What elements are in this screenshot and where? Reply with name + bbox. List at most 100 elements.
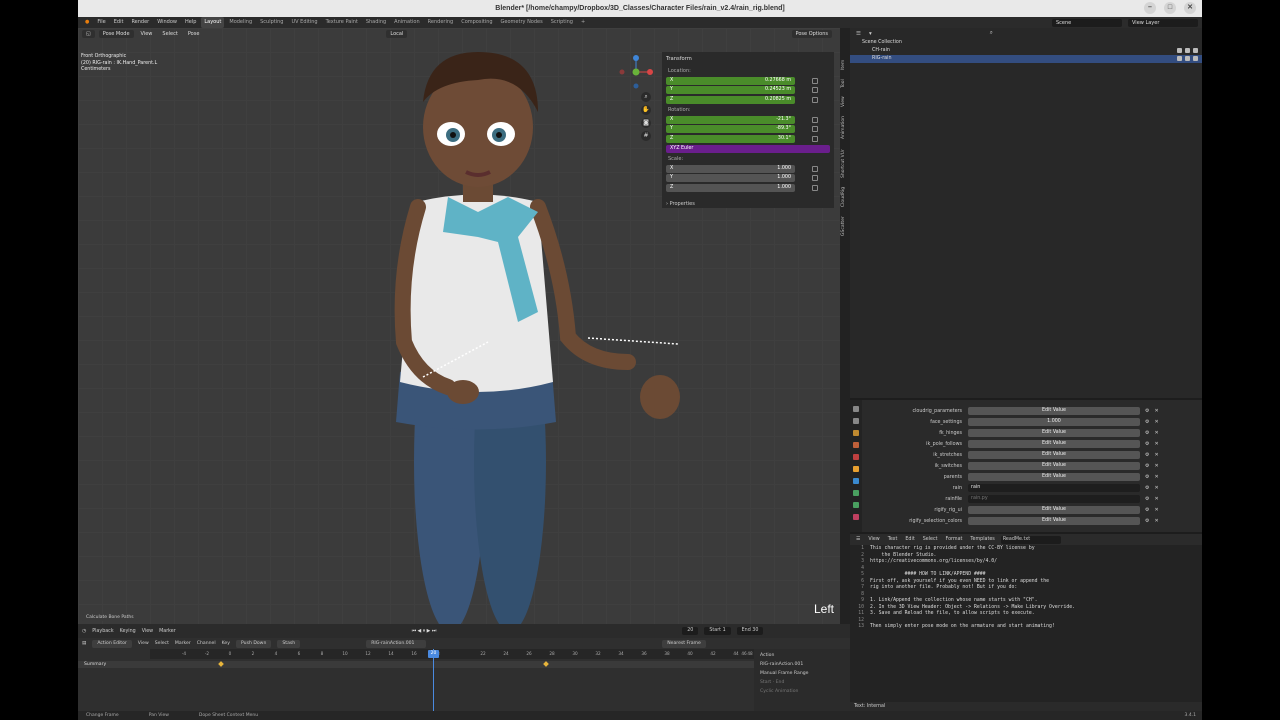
gear-icon[interactable]: ⚙ (1145, 441, 1149, 447)
playhead-frame[interactable]: 20 (428, 650, 439, 658)
end-frame-field[interactable]: End 30 (736, 627, 764, 635)
property-value[interactable]: Edit Value (968, 440, 1140, 448)
push-down-button[interactable]: Push Down (235, 639, 272, 648)
action-selector[interactable]: RIG-rainAction.001 (366, 639, 427, 648)
property-value[interactable]: Edit Value (968, 451, 1140, 459)
tab-animation-panel[interactable]: Animation (841, 112, 849, 144)
lock-icon[interactable] (812, 126, 818, 132)
start-frame-field[interactable]: Start 1 (704, 627, 731, 635)
close-icon[interactable]: ✕ (1154, 507, 1158, 513)
lock-icon[interactable] (812, 135, 818, 142)
gear-icon[interactable]: ⚙ (1145, 518, 1149, 524)
close-icon[interactable]: ✕ (1154, 474, 1158, 480)
menu-marker[interactable]: Marker (159, 629, 176, 634)
properties-subpanel[interactable]: › Properties (666, 201, 830, 207)
menu-keying[interactable]: Keying (120, 629, 136, 634)
location-x-field[interactable]: X 0.27668 m (666, 76, 795, 85)
object-tab-icon[interactable] (853, 466, 859, 472)
3d-viewport[interactable]: ◱ Pose Mode View Select Pose Local Pose … (78, 28, 840, 624)
lock-icon[interactable] (812, 116, 818, 123)
lock-icon[interactable] (812, 77, 818, 84)
tool-tab-icon[interactable] (853, 406, 859, 412)
menu-help[interactable]: Help (182, 17, 199, 28)
menu-view[interactable]: View (138, 641, 149, 646)
grid-icon[interactable]: # (641, 131, 651, 141)
gear-icon[interactable]: ⚙ (1145, 507, 1149, 513)
camera-icon[interactable] (1193, 56, 1198, 61)
armature-tab-icon[interactable] (853, 490, 859, 496)
mode-dropdown[interactable]: Pose Mode (98, 29, 134, 38)
stash-button[interactable]: Stash (277, 639, 301, 648)
menu-marker[interactable]: Marker (175, 641, 191, 646)
lock-icon[interactable] (812, 184, 818, 191)
playback-controls[interactable]: ⏮ ◀ ⏸ ▶ ⏭ (412, 628, 437, 634)
close-icon[interactable]: ✕ (1154, 463, 1158, 469)
editor-type-icon[interactable]: ☰ (854, 537, 862, 542)
lock-icon[interactable] (812, 96, 818, 103)
close-icon[interactable]: ✕ (1154, 518, 1158, 524)
menu-file[interactable]: File (94, 17, 108, 28)
outliner-row-scene-collection[interactable]: Scene Collection (850, 39, 1202, 47)
text-file-field[interactable]: ReadMe.txt (1000, 535, 1061, 544)
close-icon[interactable]: ✕ (1154, 485, 1158, 491)
lock-icon[interactable] (812, 87, 818, 93)
property-value[interactable]: Edit Value (968, 429, 1140, 437)
tab-view[interactable]: View (841, 94, 849, 110)
menu-format[interactable]: Format (944, 537, 965, 542)
tab-shortcut-vur[interactable]: Shortcut VUr (841, 146, 849, 182)
frame-ruler[interactable]: -4 -2 0 2 4 6 8 10 12 14 16 18 22 24 26 … (150, 649, 754, 659)
tab-gscatter[interactable]: GScatter (841, 212, 849, 240)
transform-space-dropdown[interactable]: Local (386, 29, 408, 38)
editor-type-icon[interactable]: ◱ (82, 29, 95, 38)
navigation-gizmo[interactable] (618, 54, 654, 90)
eye-icon[interactable] (1185, 56, 1190, 61)
outliner-row-ch-rain[interactable]: CH-rain (850, 47, 1202, 55)
tab-compositing[interactable]: Compositing (458, 17, 495, 28)
menu-playback[interactable]: Playback (92, 629, 113, 634)
cyclic-animation-checkbox[interactable]: Cyclic Animation (760, 689, 844, 694)
playhead[interactable] (433, 649, 434, 711)
lock-icon[interactable] (812, 175, 818, 181)
gear-icon[interactable]: ⚙ (1145, 474, 1149, 480)
menu-pose[interactable]: Pose (185, 31, 203, 37)
property-value[interactable]: Edit Value (968, 462, 1140, 470)
menu-select[interactable]: Select (155, 641, 169, 646)
rotation-y-field[interactable]: Y -89.3° (666, 125, 795, 133)
close-button[interactable]: ✕ (1184, 2, 1196, 14)
blender-logo-icon[interactable]: ● (82, 17, 92, 28)
tab-modeling[interactable]: Modeling (226, 17, 255, 28)
add-workspace-button[interactable]: + (578, 17, 588, 28)
editor-type-icon[interactable]: ☰ (856, 31, 861, 37)
property-value[interactable]: Edit Value (968, 506, 1140, 514)
close-icon[interactable]: ✕ (1154, 419, 1158, 425)
gear-icon[interactable]: ⚙ (1145, 452, 1149, 458)
gear-icon[interactable]: ⚙ (1145, 496, 1149, 502)
pan-hand-icon[interactable]: ✋ (641, 105, 651, 115)
checkbox-icon[interactable] (1177, 48, 1182, 53)
menu-view[interactable]: View (142, 629, 153, 634)
menu-channel[interactable]: Channel (197, 641, 216, 646)
lock-icon[interactable] (812, 165, 818, 172)
menu-edit[interactable]: Edit (111, 17, 127, 28)
menu-text[interactable]: Text (886, 537, 900, 542)
property-value[interactable]: 1.000 (968, 418, 1140, 426)
mode-dropdown[interactable]: Action Editor (92, 639, 132, 648)
physics-tab-icon[interactable] (853, 478, 859, 484)
text-editor-body[interactable]: 1 This character rig is provided under th… (850, 546, 1202, 631)
current-frame-field[interactable]: 20 (682, 627, 699, 635)
action-name-field[interactable]: RIG-rainAction.001 (760, 662, 844, 667)
tab-scripting[interactable]: Scripting (548, 17, 576, 28)
rotation-mode-dropdown[interactable]: XYZ Euler (666, 145, 830, 153)
tab-uv-editing[interactable]: UV Editing (288, 17, 320, 28)
clock-icon[interactable]: ◷ (82, 629, 86, 634)
render-tab-icon[interactable] (853, 418, 859, 424)
gear-icon[interactable]: ⚙ (1145, 463, 1149, 469)
camera-icon[interactable]: ◙ (641, 118, 651, 128)
property-value[interactable]: rain.py (968, 495, 1140, 503)
camera-icon[interactable] (1193, 48, 1198, 53)
snap-dropdown[interactable]: Nearest Frame (662, 639, 706, 648)
maximize-button[interactable]: □ (1164, 2, 1176, 14)
outliner-row-rig-rain[interactable]: RIG-rain (850, 55, 1202, 63)
zoom-icon[interactable]: ⌕ (641, 92, 651, 102)
property-value[interactable]: Edit Value (968, 407, 1140, 415)
